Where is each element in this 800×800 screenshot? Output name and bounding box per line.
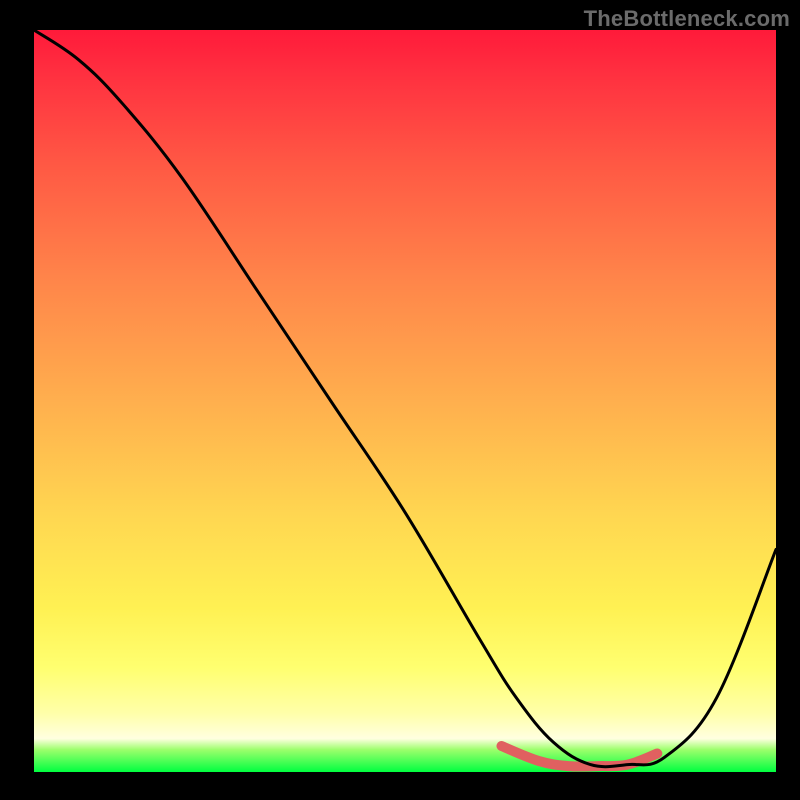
chart-frame: TheBottleneck.com — [0, 0, 800, 800]
chart-svg — [34, 30, 776, 772]
curve-line — [34, 30, 776, 767]
plot-area — [34, 30, 776, 772]
watermark-text: TheBottleneck.com — [584, 6, 790, 32]
